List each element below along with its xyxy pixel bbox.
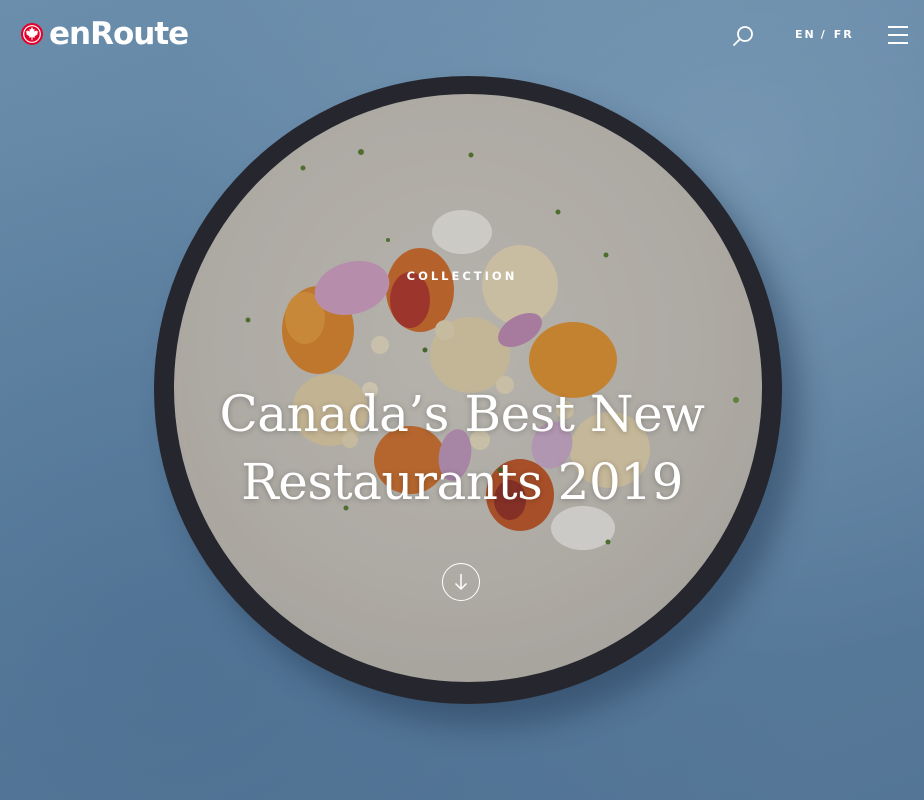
page-title: Canada’s Best New Restaurants 2019	[150, 380, 774, 516]
site-header: enRoute EN / FR	[0, 0, 924, 72]
logo-wordmark: enRoute	[49, 16, 189, 52]
hero-section: enRoute EN / FR COLLECTION Canada’s Best…	[0, 0, 924, 800]
collection-eyebrow: COLLECTION	[406, 269, 518, 283]
arrow-down-icon	[454, 574, 468, 591]
language-separator: /	[820, 28, 827, 41]
language-switcher: EN / FR	[795, 28, 854, 41]
language-fr-link[interactable]: FR	[834, 28, 854, 41]
language-en-link[interactable]: EN	[795, 28, 816, 41]
maple-leaf-roundel-icon	[21, 23, 43, 45]
page-title-line-2: Restaurants 2019	[241, 453, 683, 511]
page-title-line-1: Canada’s Best New	[219, 385, 705, 443]
enroute-logo[interactable]: enRoute	[20, 16, 189, 52]
search-icon[interactable]	[731, 24, 755, 48]
hamburger-menu-icon[interactable]	[888, 26, 908, 44]
scroll-down-button[interactable]	[442, 563, 480, 601]
